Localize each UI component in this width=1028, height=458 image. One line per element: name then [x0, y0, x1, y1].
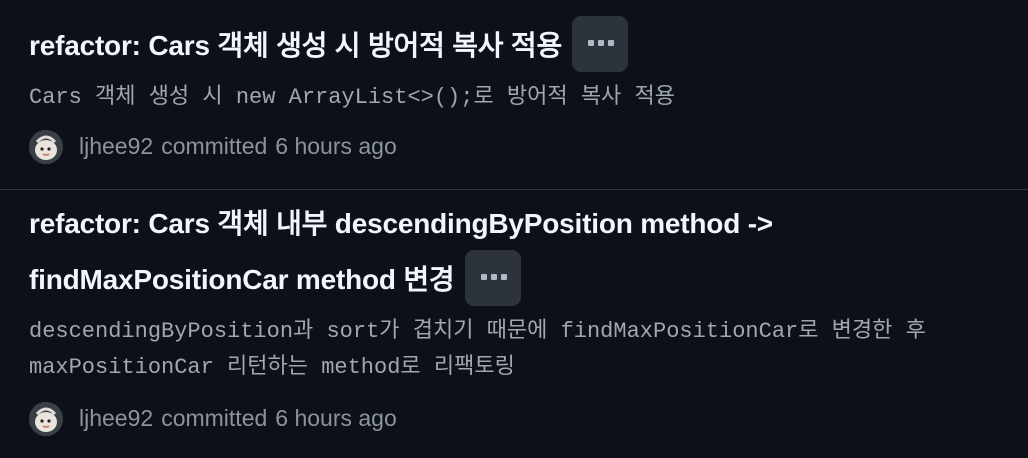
commit-description-line: descendingByPosition과 sort가 겹치기 때문에 find…: [29, 318, 926, 344]
commit-title-link[interactable]: findMaxPositionCar method 변경: [29, 264, 455, 295]
commit-meta: ljhee92 committed 6 hours ago: [29, 129, 1008, 164]
avatar-icon[interactable]: [29, 401, 63, 436]
commit-description: descendingByPosition과 sort가 겹치기 때문에 find…: [29, 314, 1008, 386]
commit-title-link[interactable]: refactor: Cars 객체 내부 descendingByPositio…: [29, 208, 773, 239]
commit-title: findMaxPositionCar method 변경: [29, 249, 1008, 310]
commit-description-line: maxPositionCar 리턴하는 method로 리팩토링: [29, 354, 515, 380]
avatar-icon[interactable]: [29, 129, 63, 164]
commit-title: refactor: Cars 객체 생성 시 방어적 복사 적용: [29, 15, 1008, 76]
commit-verb: committed: [161, 133, 268, 160]
commit-title-link[interactable]: refactor: Cars 객체 생성 시 방어적 복사 적용: [29, 30, 562, 61]
commit-item: refactor: Cars 객체 생성 시 방어적 복사 적용 Cars 객체…: [0, 0, 1028, 189]
author-link[interactable]: ljhee92: [79, 133, 153, 160]
author-link[interactable]: ljhee92: [79, 405, 153, 432]
commit-time[interactable]: 6 hours ago: [275, 133, 396, 160]
commit-verb: committed: [161, 405, 268, 432]
kebab-horizontal-icon: [588, 39, 615, 46]
commit-description: Cars 객체 생성 시 new ArrayList<>();로 방어적 복사 …: [29, 80, 1008, 116]
commit-time[interactable]: 6 hours ago: [275, 405, 396, 432]
commit-meta: ljhee92 committed 6 hours ago: [29, 401, 1008, 436]
kebab-horizontal-icon: [480, 273, 507, 280]
expand-message-button[interactable]: [464, 249, 521, 306]
expand-message-button[interactable]: [572, 15, 629, 72]
commit-description-line: Cars 객체 생성 시 new ArrayList<>();로 방어적 복사 …: [29, 84, 675, 110]
commit-title: refactor: Cars 객체 내부 descendingByPositio…: [29, 196, 1008, 252]
commit-item: refactor: Cars 객체 내부 descendingByPositio…: [0, 190, 1028, 458]
